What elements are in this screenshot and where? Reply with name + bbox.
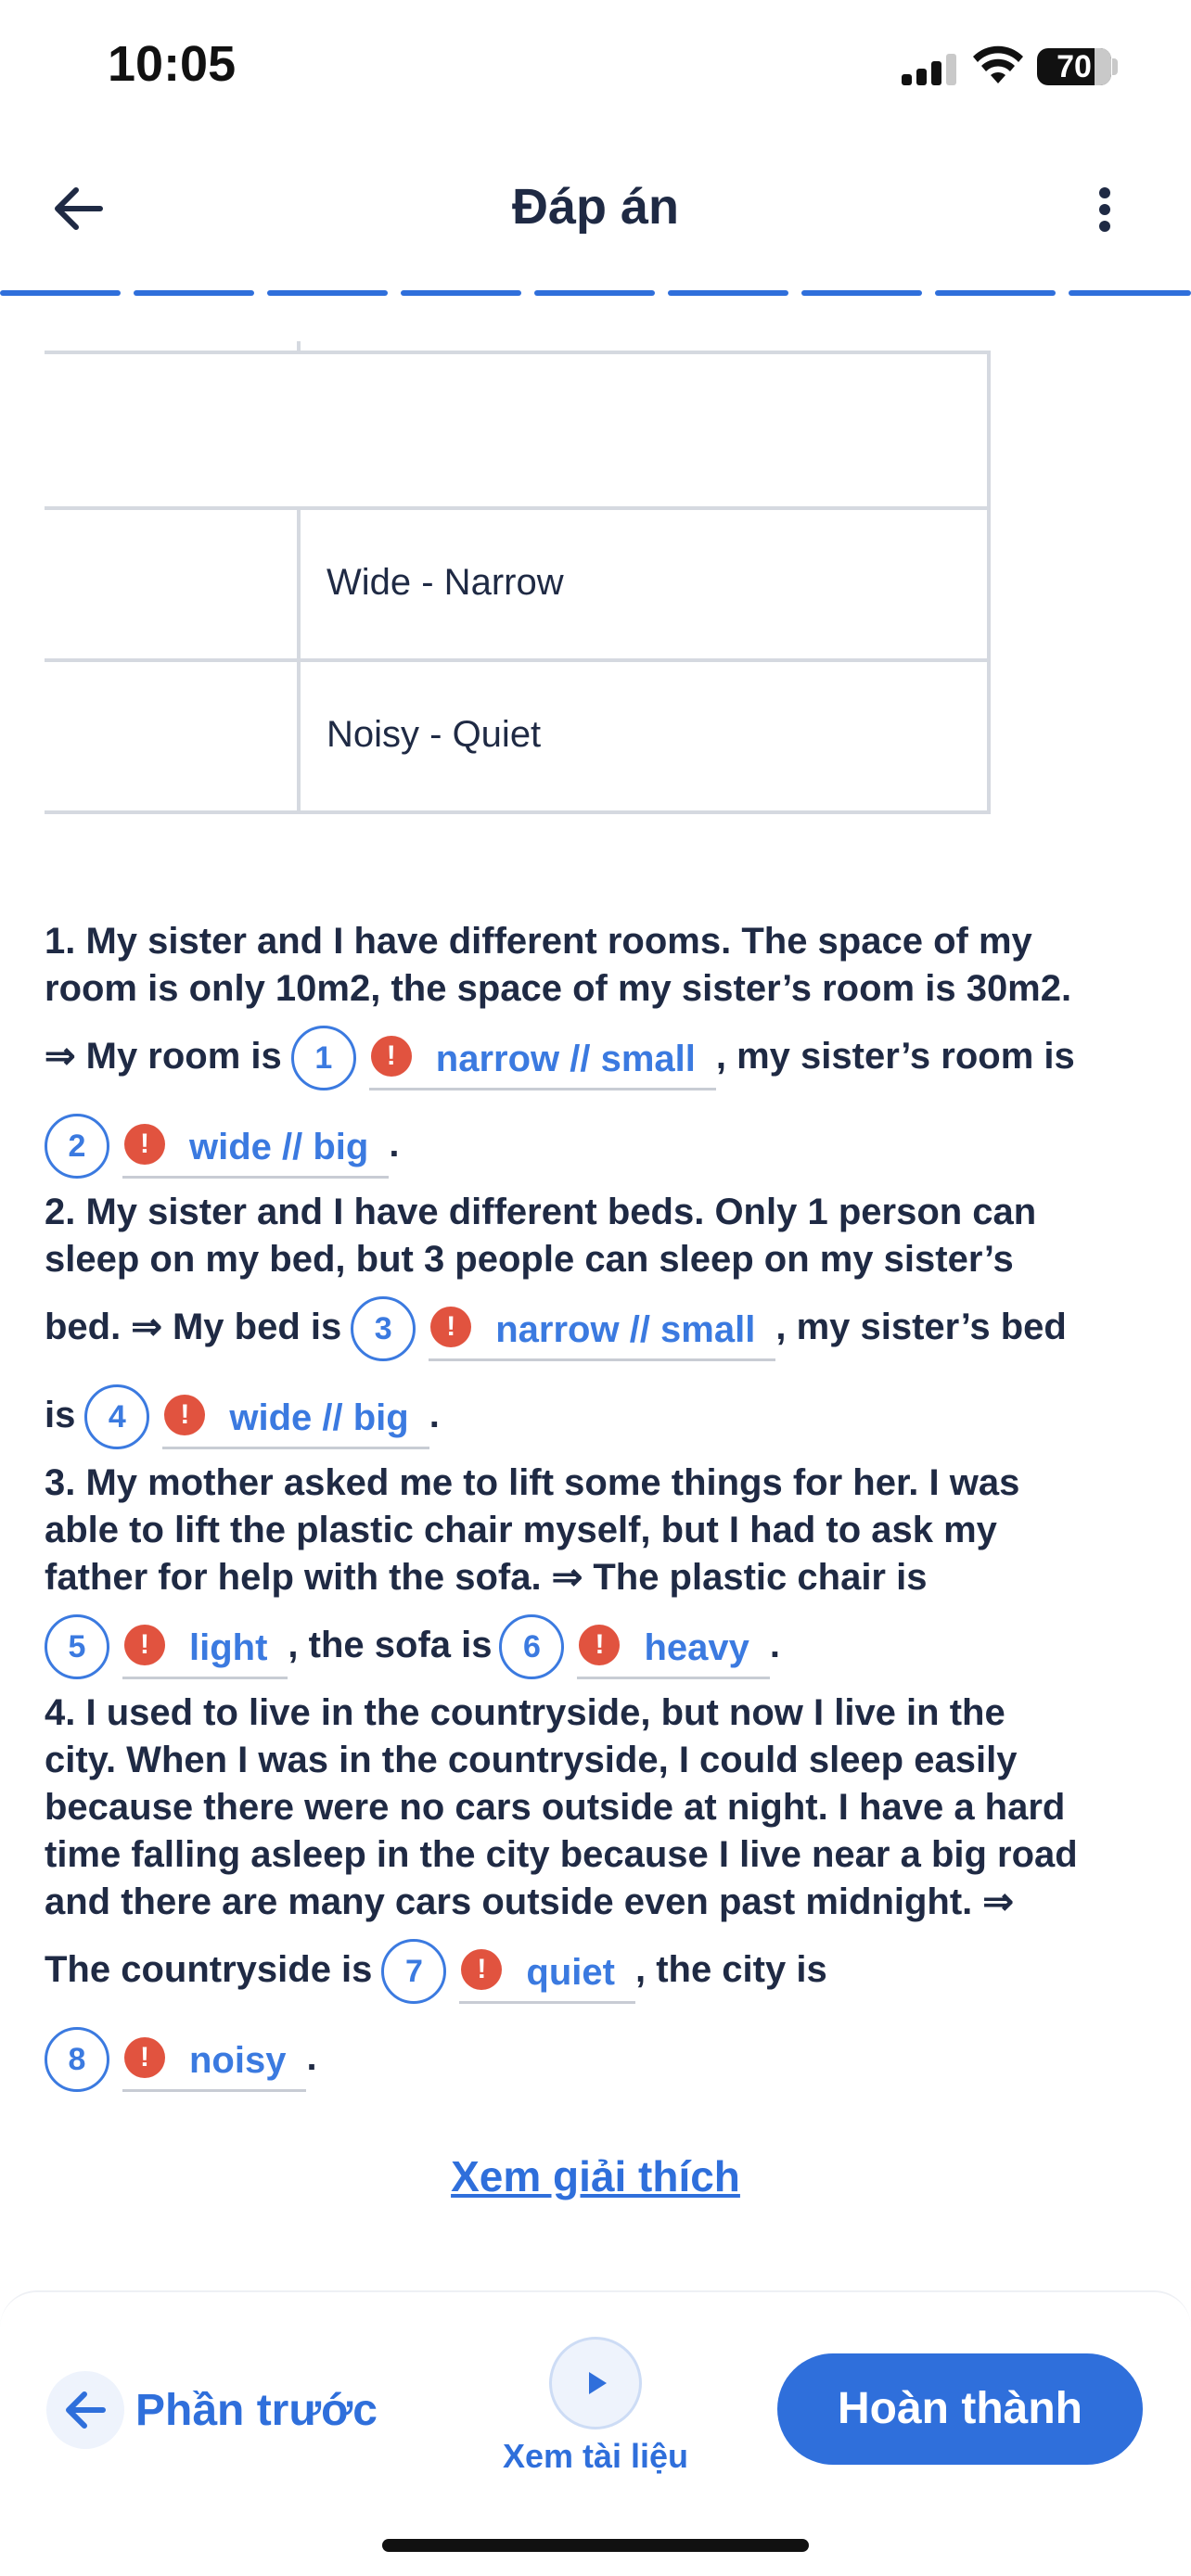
- blank-number-badge: 3: [351, 1296, 416, 1362]
- incorrect-alert-icon: !: [461, 1948, 503, 1990]
- answer-line: bed. ⇒ My bed is 3! narrow // small , my si…: [45, 1283, 1158, 1371]
- view-explanation-link[interactable]: Xem giải thích: [0, 2151, 1191, 2201]
- question-text: and there are many cars outside even pas…: [45, 1881, 1014, 1922]
- question-text: , my sister’s room is: [715, 1036, 1075, 1077]
- blank-number-badge: 1: [290, 1026, 356, 1091]
- question-text: time falling asleep in the city because …: [45, 1834, 1078, 1875]
- status-bar: 10:05 70: [0, 0, 1191, 139]
- answer-field[interactable]: ! narrow // small: [368, 1026, 716, 1091]
- answer-line: The countryside is 7! quiet , the city is: [45, 1926, 1158, 2014]
- blank-number-badge: 8: [45, 2027, 109, 2093]
- battery-level: 70: [1057, 49, 1092, 84]
- section-progress-bar: [0, 290, 1191, 296]
- question-text: bed. ⇒ My bed is: [45, 1307, 342, 1347]
- play-icon: [549, 2337, 642, 2429]
- question-text: able to lift the plastic chair myself, b…: [45, 1510, 997, 1550]
- finish-button[interactable]: Hoàn thành: [777, 2353, 1143, 2465]
- question-text: city. When I was in the countryside, I c…: [45, 1740, 1018, 1780]
- header: Đáp án: [0, 139, 1191, 278]
- question-text: The countryside is: [45, 1949, 373, 1990]
- question-text: .: [389, 1124, 400, 1165]
- answer-field[interactable]: ! noisy: [122, 2027, 307, 2093]
- blank-number-badge: 4: [84, 1384, 150, 1450]
- question-text: , my sister’s bed: [775, 1307, 1067, 1347]
- question-text: .: [429, 1395, 440, 1435]
- answer-field[interactable]: ! light: [122, 1614, 288, 1680]
- incorrect-alert-icon: !: [579, 1624, 621, 1665]
- answer-field[interactable]: ! heavy: [577, 1614, 770, 1680]
- battery-nub: [1112, 58, 1118, 75]
- incorrect-alert-icon: !: [164, 1394, 206, 1435]
- battery-icon: 70: [1037, 48, 1111, 85]
- incorrect-alert-icon: !: [430, 1306, 472, 1347]
- questions-list: 1. My sister and I have different rooms.…: [45, 918, 1158, 2102]
- arrow-left-icon: [46, 2371, 124, 2449]
- status-time: 10:05: [108, 36, 237, 92]
- table-cell: Noisy - Quiet: [327, 714, 542, 755]
- question-text: , the sofa is: [288, 1625, 493, 1665]
- question-text: sleep on my bed, but 3 people can sleep …: [45, 1239, 1014, 1280]
- question-text: 2. My sister and I have different beds. …: [45, 1192, 1037, 1232]
- table-cell: Wide - Narrow: [327, 562, 564, 603]
- answer-field[interactable]: ! wide // big: [122, 1114, 390, 1180]
- question-text: father for help with the sofa. ⇒ The pla…: [45, 1557, 928, 1598]
- blank-number-badge: 6: [499, 1614, 565, 1680]
- bottom-action-bar: Phần trước Xem tài liệu Hoàn thành: [0, 2290, 1191, 2576]
- question-text: ⇒ My room is: [45, 1036, 282, 1077]
- correct-answer-text: narrow // small: [435, 1038, 696, 1079]
- correct-answer-text: wide // big: [189, 1126, 369, 1167]
- cellular-signal-icon: [902, 54, 957, 85]
- question-text: 4. I used to live in the countryside, bu…: [45, 1692, 1005, 1733]
- previous-section-button[interactable]: Phần trước: [46, 2371, 378, 2449]
- correct-answer-text: heavy: [644, 1626, 749, 1668]
- correct-answer-text: narrow // small: [495, 1308, 756, 1350]
- vocabulary-table: Wide - Narrow Noisy - Quiet: [45, 341, 991, 814]
- wifi-icon: [973, 45, 1023, 83]
- blank-number-badge: 2: [45, 1114, 109, 1180]
- question-text: because there were no cars outside at ni…: [45, 1787, 1066, 1828]
- question-text: 3. My mother asked me to lift some thing…: [45, 1462, 1020, 1503]
- home-indicator: [382, 2539, 809, 2552]
- question-text: is: [45, 1395, 76, 1435]
- answer-field[interactable]: ! narrow // small: [429, 1296, 776, 1362]
- question-item: 3. My mother asked me to lift some thing…: [45, 1460, 1158, 1690]
- question-item: 1. My sister and I have different rooms.…: [45, 918, 1158, 1189]
- view-document-button[interactable]: Xem tài liệu: [482, 2337, 709, 2476]
- previous-section-label: Phần trước: [135, 2385, 378, 2435]
- question-item: 4. I used to live in the countryside, bu…: [45, 1690, 1158, 2102]
- answer-line: is 4! wide // big.: [45, 1371, 1158, 1460]
- incorrect-alert-icon: !: [124, 2036, 165, 2078]
- incorrect-alert-icon: !: [124, 1123, 165, 1165]
- correct-answer-text: wide // big: [229, 1396, 409, 1438]
- more-options-icon[interactable]: [1076, 176, 1132, 241]
- incorrect-alert-icon: !: [124, 1624, 165, 1665]
- answer-line: ⇒ My room is 1! narrow // small , my sister…: [45, 1013, 1158, 1101]
- question-text: 1. My sister and I have different rooms.…: [45, 921, 1032, 962]
- page-title: Đáp án: [511, 179, 680, 235]
- answer-line: 2! wide // big.: [45, 1101, 1158, 1189]
- answer-line: 5! light , the sofa is 6! heavy.: [45, 1601, 1158, 1690]
- blank-number-badge: 7: [381, 1939, 447, 2005]
- question-text: room is only 10m2, the space of my siste…: [45, 968, 1072, 1009]
- question-text: .: [769, 1625, 781, 1665]
- question-text: .: [306, 2037, 317, 2078]
- blank-number-badge: 5: [45, 1614, 109, 1680]
- correct-answer-text: quiet: [526, 1951, 615, 1993]
- question-item: 2. My sister and I have different beds. …: [45, 1189, 1158, 1460]
- view-document-label: Xem tài liệu: [502, 2437, 689, 2475]
- correct-answer-text: light: [189, 1626, 268, 1668]
- question-text: , the city is: [634, 1949, 827, 1990]
- correct-answer-text: noisy: [189, 2039, 287, 2081]
- answer-field[interactable]: ! wide // big: [162, 1384, 429, 1450]
- incorrect-alert-icon: !: [370, 1035, 412, 1077]
- answer-field[interactable]: ! quiet: [459, 1939, 635, 2005]
- answer-line: 8! noisy.: [45, 2014, 1158, 2102]
